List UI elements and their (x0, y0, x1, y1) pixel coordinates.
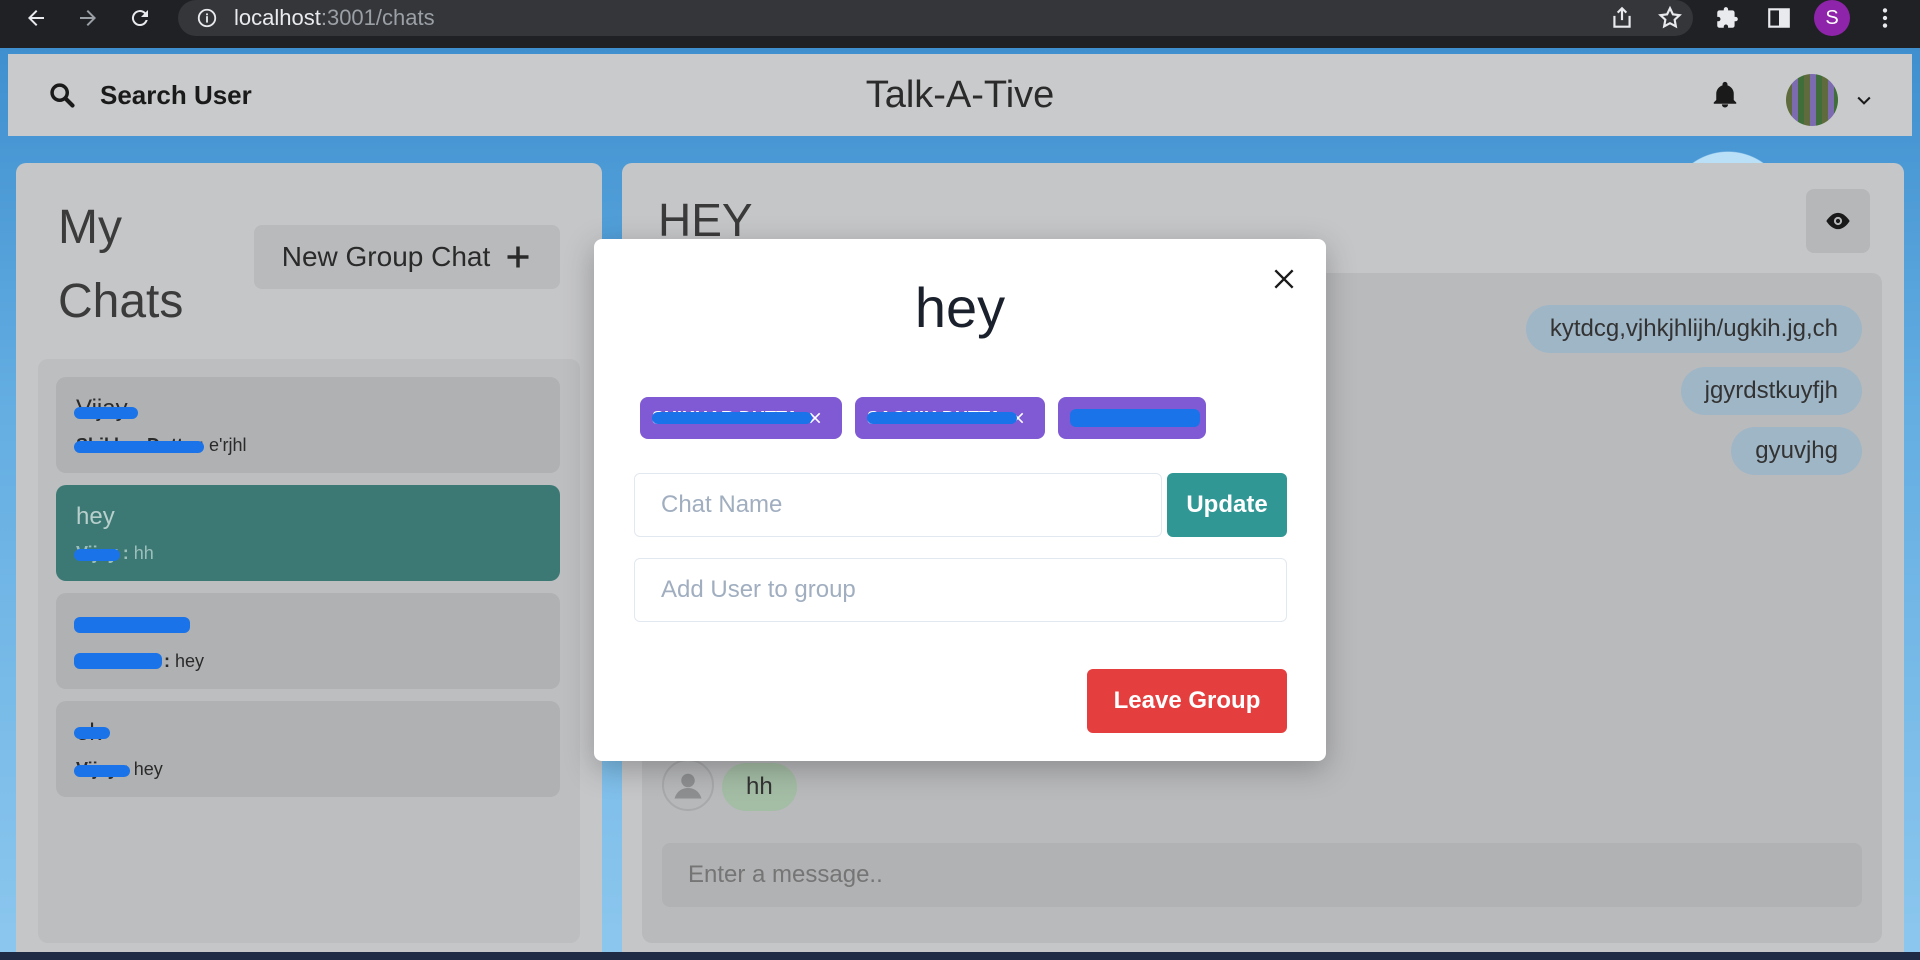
redaction-scribble (1070, 409, 1200, 427)
share-icon[interactable] (1609, 5, 1635, 31)
close-icon (1274, 269, 1294, 289)
back-icon[interactable] (18, 0, 54, 36)
address-bar[interactable]: localhost:3001/chats (178, 0, 1693, 36)
profile-initial: S (1814, 0, 1850, 36)
extensions-icon[interactable] (1714, 0, 1740, 36)
member-badge[interactable]: SO (1058, 397, 1206, 439)
bookmark-star-icon[interactable] (1657, 5, 1683, 31)
side-panel-icon[interactable] (1766, 0, 1792, 36)
add-user-input[interactable] (634, 558, 1287, 622)
leave-group-button[interactable]: Leave Group (1087, 669, 1287, 733)
forward-icon[interactable] (70, 0, 106, 36)
kebab-menu-icon[interactable] (1872, 0, 1898, 36)
update-group-modal: hey SHIKHAR DUTTA SAGNIK DUTTA SO Update… (594, 239, 1326, 761)
redaction-scribble (867, 412, 1017, 424)
os-taskbar-edge (0, 952, 1920, 960)
update-button[interactable]: Update (1167, 473, 1287, 537)
profile-avatar[interactable]: S (1814, 0, 1850, 36)
member-badge[interactable]: SAGNIK DUTTA (855, 397, 1045, 439)
redaction-scribble (652, 412, 812, 424)
close-button[interactable] (1266, 261, 1302, 297)
reload-icon[interactable] (122, 0, 158, 36)
url-host: localhost (234, 5, 321, 30)
chat-name-input[interactable] (634, 473, 1162, 537)
info-icon[interactable] (196, 7, 218, 29)
url-path: :3001/chats (320, 5, 435, 30)
group-members: SHIKHAR DUTTA SAGNIK DUTTA SO (640, 397, 1206, 439)
browser-toolbar: localhost:3001/chats S (0, 0, 1920, 36)
member-badge[interactable]: SHIKHAR DUTTA (640, 397, 842, 439)
modal-title: hey (914, 276, 1006, 339)
